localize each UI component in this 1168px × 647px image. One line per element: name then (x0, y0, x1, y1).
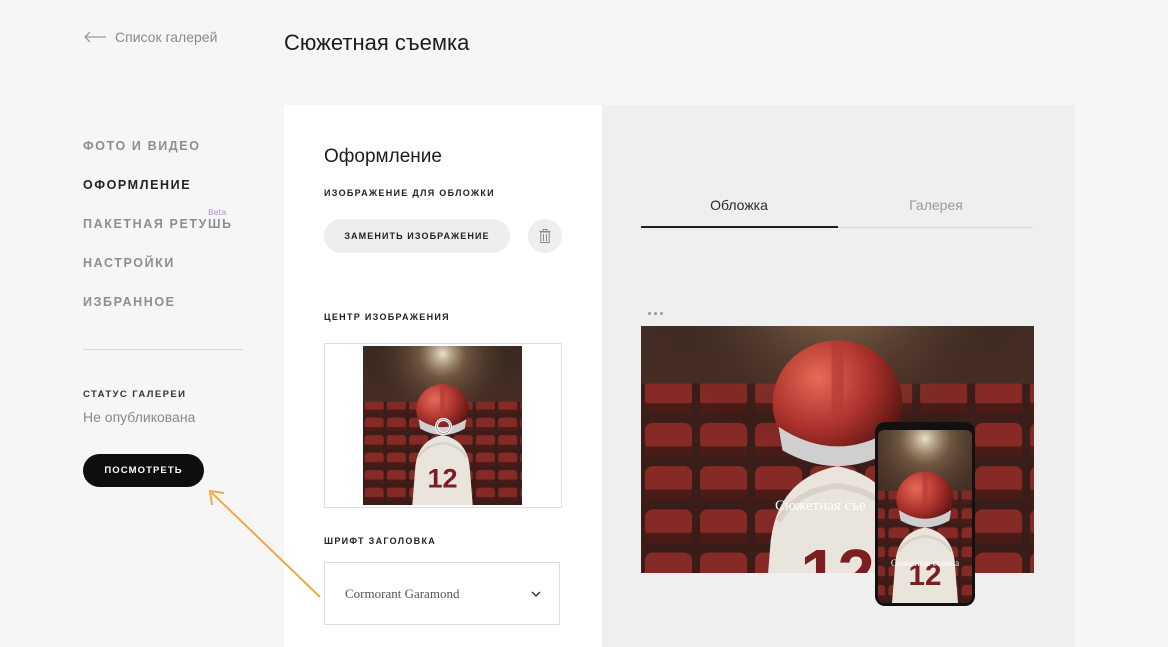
back-to-galleries-link[interactable]: Список галерей (83, 28, 217, 46)
chevron-down-icon (531, 591, 541, 597)
active-tab-indicator (641, 226, 838, 228)
desktop-cover-preview (641, 326, 1034, 573)
replace-image-button[interactable]: ЗАМЕНИТЬ ИЗОБРАЖЕНИЕ (324, 219, 510, 253)
trash-icon (539, 229, 551, 243)
mobile-preview-title: Сюжетная съемка (890, 558, 960, 568)
nav-divider (83, 349, 243, 350)
nav-item-settings[interactable]: НАСТРОЙКИ (83, 256, 175, 270)
tab-gallery[interactable]: Галерея (838, 197, 1034, 213)
title-font-value: Cormorant Garamond (345, 585, 460, 601)
arrow-left-icon (84, 31, 106, 43)
nav-item-photo-video[interactable]: ФОТО И ВИДЕО (83, 139, 201, 153)
delete-image-button[interactable] (528, 219, 562, 253)
page-title: Сюжетная съемка (284, 30, 470, 55)
gallery-status-value: Не опубликована (83, 409, 196, 425)
beta-badge: Beta (208, 208, 227, 217)
annotation-arrow-icon (208, 489, 321, 598)
view-gallery-button[interactable]: ПОСМОТРЕТЬ (83, 454, 204, 487)
focus-point-handle[interactable] (434, 417, 453, 436)
title-font-select[interactable]: Cormorant Garamond (324, 562, 560, 625)
mobile-cover-preview (878, 430, 972, 603)
back-link-label: Список галерей (115, 29, 218, 45)
gallery-status-label: СТАТУС ГАЛЕРЕИ (83, 389, 187, 400)
image-center-label: ЦЕНТР ИЗОБРАЖЕНИЯ (324, 312, 450, 322)
desktop-preview-title: Сюжетная съе (775, 498, 866, 514)
more-dots-icon[interactable] (648, 312, 663, 315)
design-title: Оформление (324, 146, 442, 167)
nav-item-favorites[interactable]: ИЗБРАННОЕ (83, 295, 176, 309)
tab-cover[interactable]: Обложка (641, 197, 837, 213)
nav-item-design[interactable]: ОФОРМЛЕНИЕ (83, 178, 191, 192)
nav-item-batch-retouch[interactable]: ПАКЕТНАЯ РЕТУШЬ (83, 217, 233, 231)
title-font-label: ШРИФТ ЗАГОЛОВКА (324, 536, 437, 546)
cover-image-label: ИЗОБРАЖЕНИЕ ДЛЯ ОБЛОЖКИ (324, 188, 495, 198)
